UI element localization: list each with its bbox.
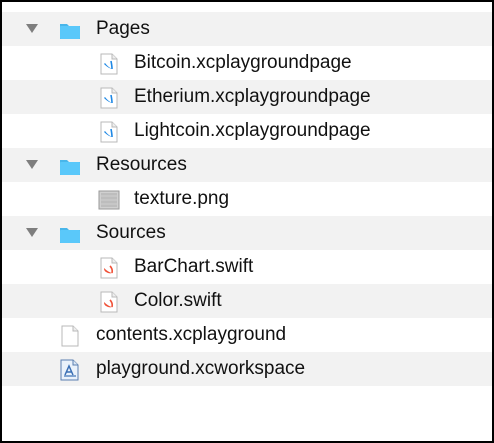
document-icon (59, 325, 81, 347)
folder-label-resources: Resources (96, 154, 187, 175)
file-tree: Pages Bitcoin.xcplaygroundpage Etherium.… (2, 12, 492, 386)
file-label: Lightcoin.xcplaygroundpage (134, 120, 371, 141)
project-navigator: Pages Bitcoin.xcplaygroundpage Etherium.… (0, 0, 494, 443)
file-label: contents.xcplayground (96, 324, 287, 345)
disclosure-triangle-icon[interactable] (26, 228, 38, 237)
file-row-contents[interactable]: contents.xcplayground (2, 318, 492, 352)
folder-label-sources: Sources (96, 222, 166, 243)
file-row-bitcoin[interactable]: Bitcoin.xcplaygroundpage (2, 46, 492, 80)
file-row-lightcoin[interactable]: Lightcoin.xcplaygroundpage (2, 114, 492, 148)
folder-label-pages: Pages (96, 18, 150, 39)
file-label: texture.png (134, 188, 230, 209)
image-file-icon (98, 189, 120, 211)
folder-icon (59, 19, 81, 41)
folder-row-sources[interactable]: Sources (2, 216, 492, 250)
workspace-icon (59, 359, 81, 381)
disclosure-triangle-icon[interactable] (26, 24, 38, 33)
folder-icon (59, 223, 81, 245)
file-label: playground.xcworkspace (96, 358, 306, 379)
file-row-barchart[interactable]: BarChart.swift (2, 250, 492, 284)
file-row-etherium[interactable]: Etherium.xcplaygroundpage (2, 80, 492, 114)
playground-page-icon (98, 53, 120, 75)
folder-row-pages[interactable]: Pages (2, 12, 492, 46)
swift-file-icon (98, 257, 120, 279)
playground-page-icon (98, 121, 120, 143)
swift-file-icon (98, 291, 120, 313)
file-row-color[interactable]: Color.swift (2, 284, 492, 318)
folder-row-resources[interactable]: Resources (2, 148, 492, 182)
file-label: Bitcoin.xcplaygroundpage (134, 52, 352, 73)
file-label: Color.swift (134, 290, 222, 311)
file-row-texture[interactable]: texture.png (2, 182, 492, 216)
folder-icon (59, 155, 81, 177)
playground-page-icon (98, 87, 120, 109)
file-label: BarChart.swift (134, 256, 254, 277)
disclosure-triangle-icon[interactable] (26, 160, 38, 169)
file-label: Etherium.xcplaygroundpage (134, 86, 371, 107)
file-row-workspace[interactable]: playground.xcworkspace (2, 352, 492, 386)
